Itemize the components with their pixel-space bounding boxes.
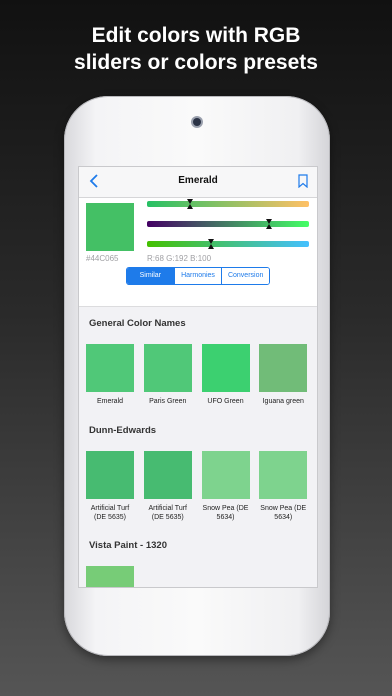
color-name: UFO Green: [207, 398, 244, 405]
page-title: Emerald: [178, 175, 218, 186]
section-title: General Color Names: [89, 318, 186, 329]
blue-slider[interactable]: [147, 239, 309, 249]
view-segmented-control: Similar Harmonies Conversion: [126, 267, 270, 285]
color-name: Artificial Turf (DE 5635): [90, 505, 130, 521]
tab-conversion[interactable]: Conversion: [221, 268, 269, 284]
headline-line-1: Edit colors with RGB: [91, 24, 301, 47]
color-editor: #44C065 R:68 G:192 B:100 Similar Harmoni…: [79, 198, 317, 307]
color-swatch: [259, 451, 308, 499]
color-grid: Artificial Turf (DE 5635) Artificial Tur…: [79, 451, 317, 522]
section-dunn-edwards: Dunn-Edwards Artificial Turf (DE 5635) A…: [79, 425, 317, 522]
camera-icon: [193, 118, 201, 126]
bookmark-icon[interactable]: [298, 174, 308, 188]
color-cell[interactable]: [86, 566, 144, 587]
section-general-color-names: General Color Names Emerald Paris Green …: [79, 318, 317, 406]
color-swatch: [201, 451, 250, 499]
color-cell[interactable]: Paris Green: [143, 344, 202, 406]
green-slider[interactable]: [147, 219, 309, 229]
color-swatch: [143, 344, 192, 392]
color-name: Artificial Turf (DE 5635): [148, 505, 187, 521]
color-cell[interactable]: Snow Pea (DE 5634): [259, 451, 317, 522]
color-grid: [79, 566, 317, 587]
color-name: Iguana green: [262, 398, 304, 405]
section-title: Vista Paint - 1320: [89, 540, 167, 551]
color-swatch: [259, 344, 308, 392]
hex-label: #44C065: [86, 254, 119, 263]
color-swatch: [143, 451, 192, 499]
navigation-bar: Emerald: [79, 167, 317, 198]
color-name: Emerald: [96, 398, 124, 405]
color-swatch: [201, 344, 250, 392]
color-swatch: [86, 451, 134, 499]
color-name: Snow Pea (DE 5634): [260, 505, 307, 521]
promo-headline: Edit colors with RGB sliders or colors p…: [0, 22, 392, 76]
rgb-readout: R:68 G:192 B:100: [147, 254, 212, 263]
current-color-swatch: [86, 203, 134, 251]
color-swatch: [86, 344, 134, 392]
headline-line-2: sliders or colors presets: [74, 51, 318, 74]
color-cell[interactable]: Iguana green: [259, 344, 317, 406]
phone-frame: Emerald #44C065 R:68 G:192 B:100 Similar…: [64, 96, 330, 656]
color-grid: Emerald Paris Green UFO Green Iguana gre…: [79, 344, 317, 406]
section-title: Dunn-Edwards: [89, 425, 157, 436]
color-cell[interactable]: Emerald: [86, 344, 144, 406]
red-slider[interactable]: [147, 199, 309, 209]
app-screen: Emerald #44C065 R:68 G:192 B:100 Similar…: [78, 166, 318, 588]
color-name: Paris Green: [149, 398, 187, 405]
section-vista-paint: Vista Paint - 1320: [79, 540, 317, 587]
color-cell[interactable]: Artificial Turf (DE 5635): [86, 451, 144, 522]
color-name: Snow Pea (DE 5634): [202, 505, 249, 521]
color-cell[interactable]: UFO Green: [201, 344, 260, 406]
color-cell[interactable]: Snow Pea (DE 5634): [201, 451, 260, 522]
tab-similar[interactable]: Similar: [127, 268, 174, 284]
color-cell[interactable]: Artificial Turf (DE 5635): [143, 451, 202, 522]
tab-harmonies[interactable]: Harmonies: [173, 268, 222, 284]
color-swatch: [86, 566, 134, 587]
